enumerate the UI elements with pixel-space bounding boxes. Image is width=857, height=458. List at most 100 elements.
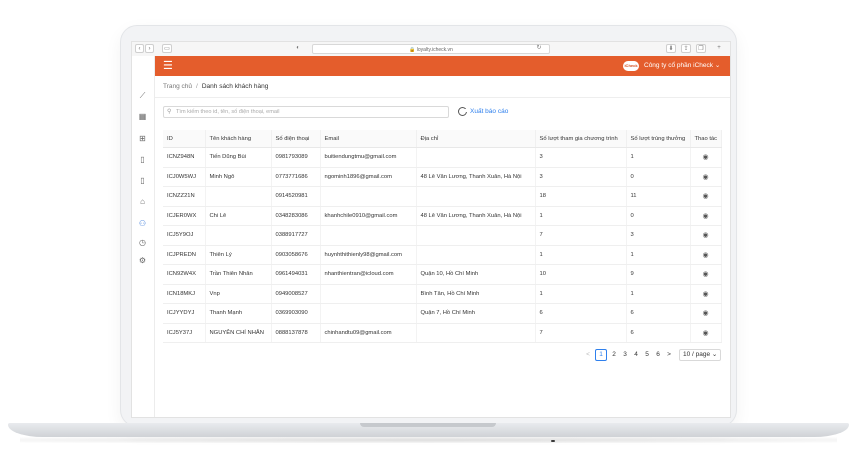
next-page-button[interactable]: > xyxy=(665,350,673,360)
table-cell: 1 xyxy=(535,245,627,265)
table-cell: Quận 7, Hồ Chí Minh xyxy=(416,303,536,324)
action-cell: ◉ xyxy=(690,167,722,187)
table-cell: 0348283086 xyxy=(271,206,321,226)
table-cell: ICJ5Y9OJ xyxy=(163,225,206,246)
table-cell: buitiendungtmu@gmail.com xyxy=(320,147,417,168)
table-row: ICJPREDN Thiên Lý 0903058676 huynhthithienl… xyxy=(163,245,722,265)
pagination: <1 2 3 4 5 6 >10 / page ⌄ xyxy=(584,349,722,361)
export-label: Xuất báo cáo xyxy=(470,108,509,116)
view-eye-icon[interactable]: ◉ xyxy=(702,174,708,181)
users-icon[interactable]: ⚇ xyxy=(137,218,148,229)
table-cell: 48 Lê Văn Lương, Thanh Xuân, Hà Nội xyxy=(416,206,536,226)
table-cell xyxy=(416,225,536,246)
action-cell: ◉ xyxy=(690,323,722,343)
sidebar-toggle-icon[interactable]: ▭ xyxy=(162,44,172,53)
column-header: Số điện thoại xyxy=(271,130,321,148)
table-cell: ICJYYDYJ xyxy=(163,303,206,324)
table-cell: 3 xyxy=(535,167,627,187)
action-cell: ◉ xyxy=(690,284,722,304)
view-eye-icon[interactable]: ◉ xyxy=(702,213,708,220)
downloads-icon[interactable]: ⬇ xyxy=(666,44,676,53)
table-cell: 0369903090 xyxy=(271,303,321,324)
menu-icon[interactable]: ☰ xyxy=(163,60,173,72)
new-tab-icon[interactable]: + xyxy=(714,44,724,53)
apps-icon[interactable]: ⊞ xyxy=(137,133,148,144)
page-button[interactable]: 5 xyxy=(643,350,651,360)
table-cell: 0 xyxy=(626,206,691,226)
table-cell: NGUYỄN CHÍ NHÂN xyxy=(205,323,272,343)
table-cell: 1 xyxy=(535,206,627,226)
back-button[interactable]: ‹ xyxy=(135,44,144,53)
table-cell: ICJ5Y37J xyxy=(163,323,206,343)
lock-icon: 🔒 xyxy=(409,47,416,53)
page-button[interactable]: 4 xyxy=(632,350,640,360)
search-input[interactable]: ⚲ Tìm kiếm theo id, tên, số điện thoại, … xyxy=(163,106,449,118)
search-placeholder: Tìm kiếm theo id, tên, số điện thoại, em… xyxy=(176,109,280,115)
url-text: loyalty.icheck.vn xyxy=(416,47,453,53)
column-header: Số lượt trúng thưởng xyxy=(626,130,691,148)
table-cell: Thiên Lý xyxy=(205,245,272,265)
page-button[interactable]: 1 xyxy=(595,349,607,361)
document-icon[interactable]: ▯ xyxy=(137,154,148,165)
table-cell: 48 Lê Văn Lương, Thanh Xuân, Hà Nội xyxy=(416,167,536,187)
page-button[interactable]: 3 xyxy=(621,350,629,360)
gift-icon[interactable]: ⌂ xyxy=(137,196,148,207)
column-header: Địa chỉ xyxy=(416,130,536,148)
table-cell xyxy=(205,225,272,246)
settings-icon[interactable]: ⚙ xyxy=(137,255,148,266)
share-icon[interactable]: ⇪ xyxy=(681,44,691,53)
laptop-shadow xyxy=(20,437,837,443)
table-cell: 10 xyxy=(535,264,627,285)
forward-button[interactable]: › xyxy=(145,44,154,53)
export-report-button[interactable]: Xuất báo cáo xyxy=(458,107,508,116)
table-cell: 1 xyxy=(535,284,627,304)
table-cell: huynhthithienly98@gmail.com xyxy=(320,245,417,265)
company-menu[interactable]: Công ty cổ phần iCheck ⌄ xyxy=(644,61,720,71)
page-button[interactable]: 2 xyxy=(610,350,618,360)
view-eye-icon[interactable]: ◉ xyxy=(702,271,708,278)
table-cell: Chi Lê xyxy=(205,206,272,226)
breadcrumb: Trang chủ / Danh sách khách hàng xyxy=(163,83,268,90)
table-cell: Minh Ngô xyxy=(205,167,272,187)
view-eye-icon[interactable]: ◉ xyxy=(702,310,708,317)
view-eye-icon[interactable]: ◉ xyxy=(702,193,708,200)
breadcrumb-home[interactable]: Trang chủ xyxy=(163,83,192,90)
table-cell xyxy=(416,245,536,265)
tabs-icon[interactable]: ❐ xyxy=(696,44,706,53)
table-cell: Quận 10, Hồ Chí Minh xyxy=(416,264,536,285)
view-eye-icon[interactable]: ◉ xyxy=(702,232,708,239)
table-cell xyxy=(416,147,536,168)
page-button[interactable]: 6 xyxy=(654,350,662,360)
view-eye-icon[interactable]: ◉ xyxy=(702,252,708,259)
table-cell: ICN18MKJ xyxy=(163,284,206,304)
table-cell: 0888137878 xyxy=(271,323,321,343)
table-row: ICNZ948N Tiến Dũng Bùi 0981793089 buitiendu… xyxy=(163,147,722,168)
screen: ‹ › ▭ ◐ 🔒 loyalty.icheck.vn ↻ ⬇ ⇪ ❐ + ⟋ … xyxy=(131,41,731,418)
prev-page-button[interactable]: < xyxy=(584,350,592,360)
file-icon[interactable]: ▯ xyxy=(137,175,148,186)
action-cell: ◉ xyxy=(690,264,722,285)
reload-icon[interactable]: ↻ xyxy=(534,44,544,53)
view-eye-icon[interactable]: ◉ xyxy=(702,330,708,337)
table-cell: 11 xyxy=(626,186,691,207)
table-cell: Trần Thiên Nhân xyxy=(205,264,272,285)
table-row: ICJ5Y9OJ 0388917727 7 3 ◉ xyxy=(163,225,722,246)
table-cell: 1 xyxy=(626,245,691,265)
privacy-icon[interactable]: ◐ xyxy=(292,44,304,53)
table-row: ICJER0WX Chi Lê 0348283086 khanhchile0910@g… xyxy=(163,206,722,226)
grid-icon[interactable]: ▦ xyxy=(137,111,148,122)
address-bar[interactable]: 🔒 loyalty.icheck.vn xyxy=(312,44,550,54)
table-cell: 6 xyxy=(626,303,691,324)
table-header: ID Tên khách hàng Số điện thoại Email Địa ch… xyxy=(163,130,722,148)
browser-toolbar: ‹ › ▭ ◐ 🔒 loyalty.icheck.vn ↻ ⬇ ⇪ ❐ + xyxy=(132,42,730,57)
company-logo: iCheck xyxy=(623,61,639,71)
view-eye-icon[interactable]: ◉ xyxy=(702,291,708,298)
column-header: Số lượt tham gia chương trình xyxy=(535,130,627,148)
column-header: Tên khách hàng xyxy=(205,130,272,148)
view-eye-icon[interactable]: ◉ xyxy=(702,154,708,161)
page-size-select[interactable]: 10 / page ⌄ xyxy=(679,349,722,361)
table-cell: 0903058676 xyxy=(271,245,321,265)
clock-icon[interactable]: ◷ xyxy=(137,237,148,248)
chart-icon[interactable]: ⟋ xyxy=(137,90,148,101)
table-cell: 7 xyxy=(535,323,627,343)
